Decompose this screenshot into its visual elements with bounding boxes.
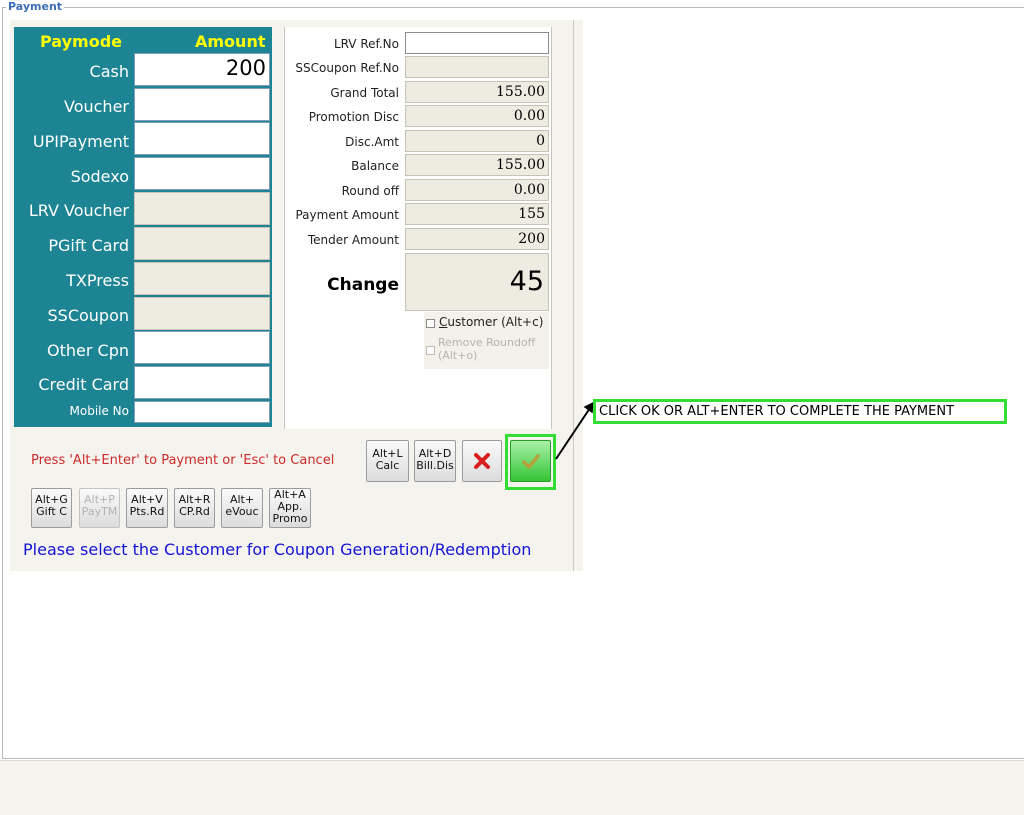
paytm-label: PayTM xyxy=(81,505,118,518)
panel-divider xyxy=(573,20,574,571)
paytm-button: Alt+P PayTM xyxy=(79,488,120,528)
points-redeem-button[interactable]: Alt+V Pts.Rd xyxy=(126,488,168,528)
balance-label: Balance xyxy=(351,159,399,173)
paymode-header: Paymode xyxy=(40,32,122,51)
paymode-label-sodexo: Sodexo xyxy=(70,167,129,186)
sscoupon-amount-input xyxy=(134,297,270,330)
promotion-disc-field: 0.00 xyxy=(405,105,549,127)
evoucher-label: eVouc xyxy=(225,505,259,518)
upi-amount-input[interactable] xyxy=(134,122,270,155)
sscoupon-ref-field xyxy=(405,56,549,78)
shortcut-hint: Press 'Alt+Enter' to Payment or 'Esc' to… xyxy=(31,453,335,468)
change-value: 45 xyxy=(405,253,549,311)
bill-discount-label: Bill.Dis xyxy=(416,459,454,472)
round-off-label: Round off xyxy=(341,184,399,198)
paymode-label-upi: UPIPayment xyxy=(32,132,129,151)
grand-total-label: Grand Total xyxy=(330,86,399,100)
coupon-redeem-label: CP.Rd xyxy=(179,505,210,518)
customer-checkbox-text: ustomer (Alt+c) xyxy=(447,315,544,329)
gift-card-button[interactable]: Alt+G Gift C xyxy=(31,488,72,528)
coupon-redeem-button[interactable]: Alt+R CP.Rd xyxy=(174,488,215,528)
points-redeem-label: Pts.Rd xyxy=(129,505,165,518)
voucher-amount-input[interactable] xyxy=(134,88,270,121)
grand-total-field: 155.00 xyxy=(405,81,549,103)
calc-button[interactable]: Alt+L Calc xyxy=(366,440,409,482)
sodexo-amount-input[interactable] xyxy=(134,157,270,190)
round-off-field: 0.00 xyxy=(405,179,549,201)
disc-amt-label: Disc.Amt xyxy=(345,135,399,149)
amount-header: Amount xyxy=(195,32,266,51)
close-x-icon xyxy=(474,453,490,469)
other-cpn-amount-input[interactable] xyxy=(134,331,270,364)
paymode-label-voucher: Voucher xyxy=(64,97,129,116)
bill-discount-button[interactable]: Alt+D Bill.Dis xyxy=(414,440,456,482)
txpress-amount-input xyxy=(134,262,270,295)
evoucher-button[interactable]: Alt+ eVouc xyxy=(221,488,263,528)
paymode-label-credit-card: Credit Card xyxy=(38,375,129,394)
tender-amount-field: 200 xyxy=(405,228,549,250)
cash-amount-input[interactable]: 200 xyxy=(134,53,270,86)
paymode-label-lrv-voucher: LRV Voucher xyxy=(28,201,129,220)
credit-card-amount-input[interactable] xyxy=(134,366,270,399)
payment-amount-field: 155 xyxy=(405,203,549,225)
remove-roundoff-line1: Remove Roundoff xyxy=(438,336,536,349)
calc-button-label: Calc xyxy=(375,459,400,472)
remove-roundoff-label: Remove Roundoff (Alt+o) xyxy=(438,336,535,362)
cancel-button[interactable] xyxy=(462,440,502,482)
tender-amount-label: Tender Amount xyxy=(307,233,399,247)
paymode-label-txpress: TXPress xyxy=(66,271,129,290)
paymode-label-sscoupon: SSCoupon xyxy=(47,306,130,325)
mobile-no-input[interactable] xyxy=(134,401,270,423)
disc-amt-field: 0 xyxy=(405,130,549,152)
gift-card-label: Gift C xyxy=(36,505,67,518)
callout-arrow xyxy=(555,401,594,460)
app-promo-button[interactable]: Alt+A App. Promo xyxy=(269,488,311,528)
sscoupon-ref-label: SSCoupon Ref.No xyxy=(295,61,399,75)
lrv-ref-input[interactable] xyxy=(405,32,549,54)
paymode-label-pgift-card: PGift Card xyxy=(48,236,129,255)
balance-field: 155.00 xyxy=(405,154,549,176)
mobile-no-label: Mobile No xyxy=(69,404,130,418)
remove-roundoff-checkbox xyxy=(426,346,435,355)
change-label: Change xyxy=(327,275,399,295)
footer-strip xyxy=(0,760,1024,815)
payment-amount-label: Payment Amount xyxy=(295,208,399,222)
paymode-label-cash: Cash xyxy=(89,62,129,81)
pgift-card-amount-input xyxy=(134,227,270,260)
lrv-voucher-amount-input xyxy=(134,192,270,225)
window-title: Payment xyxy=(6,0,65,14)
promotion-disc-label: Promotion Disc xyxy=(308,110,399,124)
remove-roundoff-line2: (Alt+o) xyxy=(438,349,478,362)
callout-box: CLICK OK OR ALT+ENTER TO COMPLETE THE PA… xyxy=(593,399,1007,424)
app-promo-label-2: Promo xyxy=(272,512,308,525)
customer-checkbox[interactable] xyxy=(426,319,435,328)
customer-notice: Please select the Customer for Coupon Ge… xyxy=(23,540,532,559)
paymode-label-other-cpn: Other Cpn xyxy=(47,341,129,360)
customer-checkbox-label[interactable]: Customer (Alt+c) xyxy=(439,315,543,329)
lrv-ref-label: LRV Ref.No xyxy=(333,37,399,51)
